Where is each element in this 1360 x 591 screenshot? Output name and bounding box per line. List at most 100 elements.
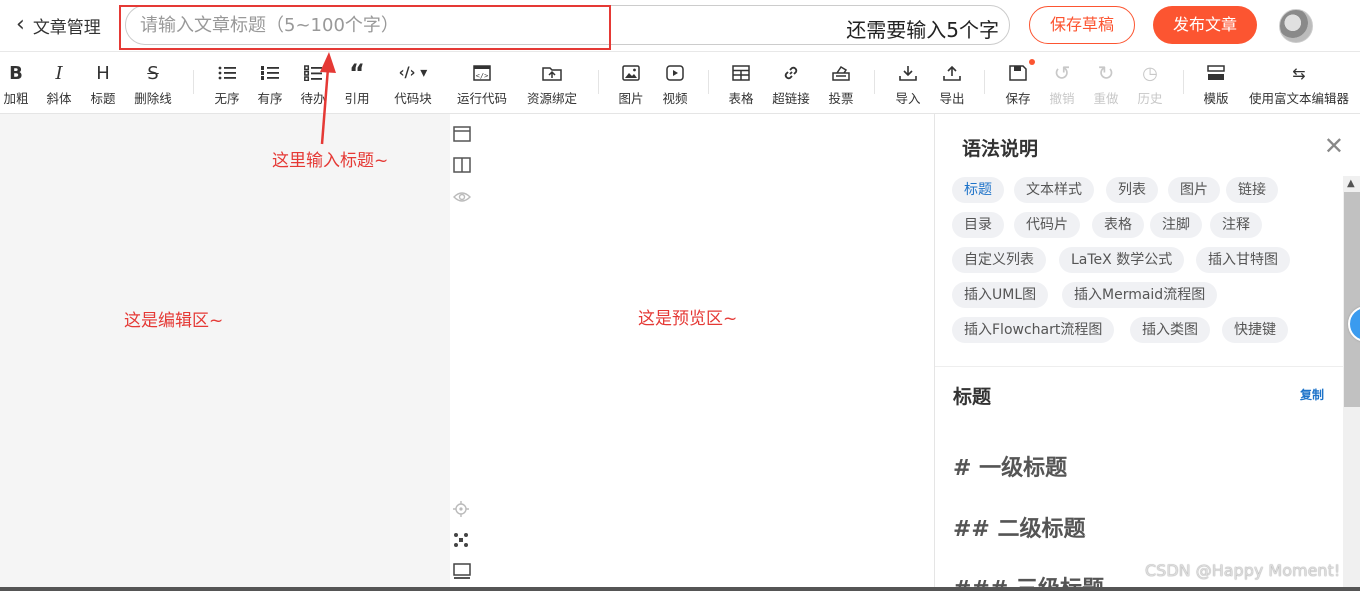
annotation-arrow	[320, 52, 336, 145]
resource-binding-button[interactable]: 资源绑定	[524, 60, 580, 108]
copy-link[interactable]: 复制	[1300, 386, 1324, 403]
help-tag[interactable]: 插入类图	[1130, 317, 1210, 343]
quote-button[interactable]: “ 引用	[343, 59, 371, 108]
help-tag[interactable]: 标题	[952, 177, 1004, 203]
locate-crosshair-icon[interactable]	[453, 501, 473, 521]
watermark: CSDN @Happy Moment!	[1145, 561, 1341, 580]
bottom-edge-bar	[0, 587, 1360, 591]
header-bar: ‹ 文章管理 还需要输入5个字 保存草稿 发布文章	[0, 0, 1360, 52]
code-block-button[interactable]: ‹/› ▾ 代码块	[390, 60, 436, 108]
strikethrough-button[interactable]: S 删除线	[133, 60, 173, 108]
help-tag[interactable]: 列表	[1106, 177, 1158, 203]
help-tag[interactable]: 插入Flowchart流程图	[952, 317, 1115, 343]
numbered-list-icon	[261, 60, 279, 86]
back-to-article-management[interactable]: ‹ 文章管理	[16, 12, 101, 38]
upload-icon	[943, 60, 961, 86]
help-scrollbar[interactable]: ▲	[1343, 176, 1360, 587]
publish-button[interactable]: 发布文章	[1153, 6, 1257, 44]
italic-button[interactable]: I 斜体	[44, 60, 74, 108]
avatar[interactable]	[1279, 9, 1313, 43]
preview-pane: 这是预览区~	[450, 114, 934, 587]
help-tag[interactable]: 目录	[952, 212, 1004, 238]
help-tag[interactable]: LaTeX 数学公式	[1059, 247, 1185, 273]
editor-annotation: 这是编辑区~	[124, 311, 224, 331]
layout-editor-only-icon[interactable]	[453, 126, 473, 146]
bold-icon: B	[9, 62, 23, 84]
markdown-toolbar: B 加粗 I 斜体 H 标题 S 删除线 无序 有序 待办 “ 引用 ‹/› ▾…	[0, 52, 1360, 114]
help-tag[interactable]: 快捷键	[1222, 317, 1288, 343]
upload-box-icon	[542, 60, 562, 86]
help-tag[interactable]: 注释	[1210, 212, 1262, 238]
template-button[interactable]: 模版	[1201, 60, 1231, 108]
ordered-list-button[interactable]: 有序	[256, 60, 284, 108]
quote-icon: “	[349, 59, 365, 87]
fullscreen-monitor-icon[interactable]	[453, 563, 473, 583]
help-tag[interactable]: 插入甘特图	[1196, 247, 1290, 273]
image-button[interactable]: 图片	[616, 60, 646, 108]
scroll-up-arrow-icon[interactable]: ▲	[1347, 178, 1355, 189]
ballot-box-icon	[832, 60, 850, 86]
heading-icon: H	[96, 62, 110, 84]
export-button[interactable]: 导出	[937, 60, 967, 108]
heading-sample-h1: # 一级标题	[953, 456, 1068, 481]
run-code-icon: </>	[473, 60, 491, 86]
markdown-editor-pane[interactable]: 这是编辑区~	[0, 114, 450, 587]
history-button[interactable]: ◷ 历史	[1135, 60, 1165, 108]
help-tag[interactable]: 链接	[1226, 177, 1278, 203]
help-tag[interactable]: 插入UML图	[952, 282, 1049, 308]
code-icon: ‹/› ▾	[398, 65, 428, 81]
title-char-counter: 还需要输入5个字	[846, 18, 999, 42]
undo-icon: ↺	[1053, 61, 1071, 85]
video-icon	[666, 60, 684, 86]
help-tag[interactable]: 注脚	[1150, 212, 1202, 238]
close-icon[interactable]: ✕	[1324, 134, 1344, 158]
help-divider	[935, 366, 1345, 367]
help-tag[interactable]: 自定义列表	[952, 247, 1046, 273]
video-button[interactable]: 视频	[660, 60, 690, 108]
strikethrough-icon: S	[147, 62, 159, 84]
bold-button[interactable]: B 加粗	[2, 60, 30, 108]
eye-preview-icon[interactable]	[453, 189, 473, 209]
preview-annotation: 这是预览区~	[638, 309, 738, 329]
chevron-left-icon: ‹	[16, 12, 25, 37]
run-code-button[interactable]: </> 运行代码	[455, 60, 509, 108]
svg-text:</>: </>	[476, 72, 489, 80]
toolbar-divider	[708, 70, 709, 94]
table-button[interactable]: 表格	[726, 60, 756, 108]
download-icon	[899, 60, 917, 86]
import-button[interactable]: 导入	[893, 60, 923, 108]
save-draft-button[interactable]: 保存草稿	[1029, 6, 1135, 44]
redo-button[interactable]: ↻ 重做	[1091, 60, 1121, 108]
heading-button[interactable]: H 标题	[88, 60, 118, 108]
redo-icon: ↻	[1097, 61, 1115, 85]
unordered-list-button[interactable]: 无序	[212, 60, 242, 108]
help-tag[interactable]: 代码片	[1014, 212, 1080, 238]
bullet-list-icon	[218, 60, 236, 86]
focus-mode-icon[interactable]	[453, 532, 473, 552]
undo-button[interactable]: ↺ 撤销	[1047, 60, 1077, 108]
history-clock-icon: ◷	[1142, 62, 1158, 84]
hyperlink-button[interactable]: 超链接	[770, 60, 812, 108]
toolbar-divider	[874, 70, 875, 94]
scrollbar-thumb[interactable]	[1344, 192, 1360, 407]
heading-sample-h2: ## 二级标题	[953, 517, 1086, 542]
rich-text-editor-switch[interactable]: ⇆ 使用富文本编辑器	[1246, 60, 1352, 108]
toolbar-divider	[193, 70, 194, 94]
table-icon	[732, 60, 750, 86]
help-tag[interactable]: 图片	[1168, 177, 1220, 203]
annotation-highlight-box	[119, 5, 611, 50]
help-panel-title: 语法说明	[962, 138, 1039, 160]
heading-sample-h3: ### 三级标题	[953, 571, 1104, 587]
help-tag[interactable]: 表格	[1092, 212, 1144, 238]
layout-split-icon[interactable]	[453, 157, 473, 177]
help-tag[interactable]: 文本样式	[1014, 177, 1094, 203]
save-icon	[1009, 59, 1035, 86]
toolbar-divider	[984, 70, 985, 94]
save-button[interactable]: 保存	[1003, 59, 1035, 108]
vote-button[interactable]: 投票	[826, 60, 856, 108]
switch-arrows-icon: ⇆	[1292, 63, 1306, 83]
help-tag[interactable]: 插入Mermaid流程图	[1062, 282, 1218, 308]
link-icon	[782, 60, 800, 86]
markdown-editor-page: ‹ 文章管理 还需要输入5个字 保存草稿 发布文章 B 加粗 I 斜体 H 标题…	[0, 0, 1360, 591]
template-icon	[1207, 60, 1225, 86]
